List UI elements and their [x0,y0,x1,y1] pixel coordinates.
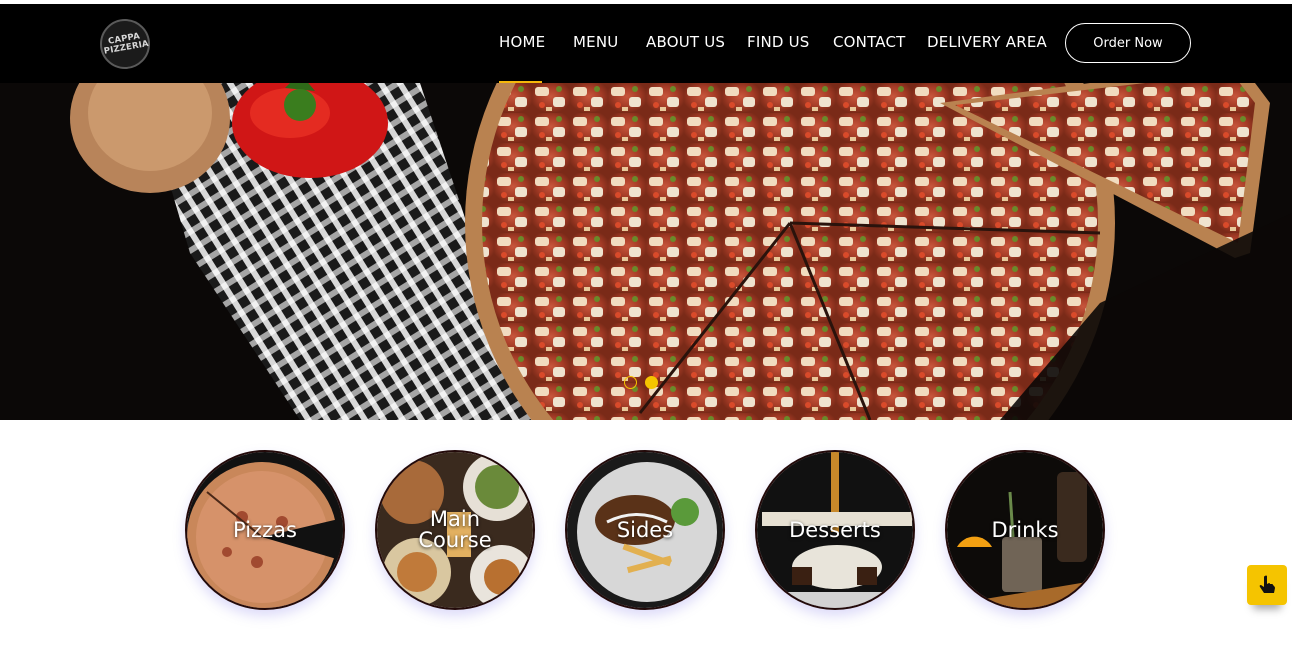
nav-menu[interactable]: MENU [573,33,618,51]
category-pizzas[interactable]: Pizzas [185,450,345,610]
logo-text: CAPPA PIZZERIA [103,31,150,57]
category-label: Sides [616,517,674,542]
category-sides[interactable]: Sides [565,450,725,610]
category-drinks[interactable]: Drinks [945,450,1105,610]
slider-dot-1[interactable] [624,376,637,389]
nav-contact[interactable]: CONTACT [833,33,906,51]
slider-dots [624,376,658,389]
category-label: Drinks [991,517,1059,542]
site-header: CAPPA PIZZERIA HOME MENU ABOUT US FIND U… [0,4,1292,83]
category-label: Desserts [789,517,881,542]
hand-pointer-icon [1259,575,1275,593]
category-circles: Pizzas Main Course Sides Desserts Drinks [0,450,1292,610]
accessibility-button[interactable] [1247,565,1287,605]
nav-delivery-area[interactable]: DELIVERY AREA [927,33,1047,51]
category-main-course[interactable]: Main Course [375,450,535,610]
cappa-pizzeria-logo[interactable]: CAPPA PIZZERIA [100,19,150,69]
hero-image [0,83,1292,420]
nav-about-us[interactable]: ABOUT US [646,33,725,51]
order-now-button[interactable]: Order Now [1065,23,1191,63]
slider-dot-2[interactable] [645,376,658,389]
category-label: Pizzas [233,517,297,542]
nav-find-us[interactable]: FIND US [747,33,810,51]
hero-slider [0,83,1292,420]
category-label: Main Course [418,507,492,552]
nav-home[interactable]: HOME [499,33,545,51]
category-desserts[interactable]: Desserts [755,450,915,610]
